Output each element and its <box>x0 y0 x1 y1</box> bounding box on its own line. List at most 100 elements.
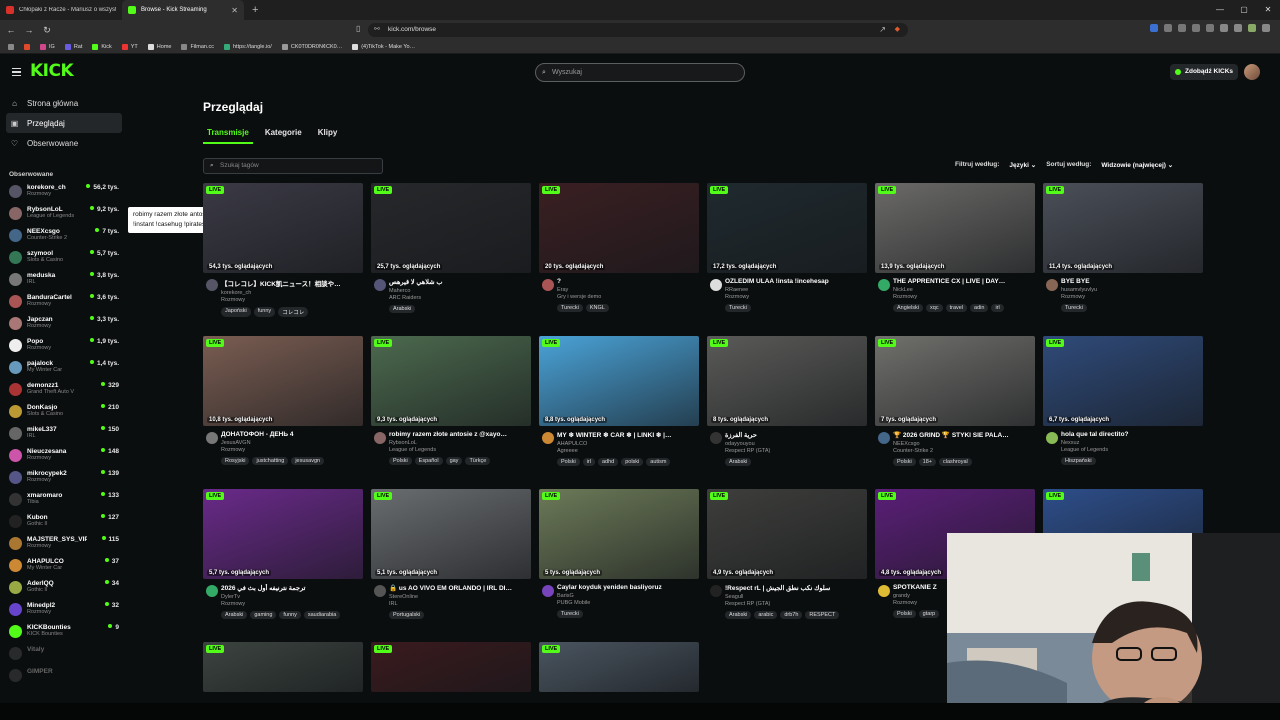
followed-channel-item[interactable]: mikrocypek2 Rozmowy 139 <box>0 467 128 489</box>
streamer-name[interactable]: Eray <box>557 287 699 293</box>
back-icon[interactable]: ← <box>4 25 18 35</box>
kick-logo[interactable]: KICK <box>30 61 74 81</box>
stream-title[interactable]: !Respect rL | سلوك نكب نطق الجيش <box>725 584 865 592</box>
streamer-avatar[interactable] <box>710 279 722 291</box>
followed-channel-item[interactable]: MAJSTER_SYS_VIP… Rozmowy 115 <box>0 533 128 555</box>
streamer-name[interactable]: BarisG <box>557 593 699 599</box>
bookmark-item[interactable] <box>20 43 34 50</box>
bookmark-item[interactable]: https://tangle.io/ <box>220 43 276 50</box>
stream-tag[interactable]: Japoński <box>221 307 251 317</box>
extension-icon[interactable] <box>1192 24 1200 32</box>
stream-title[interactable]: robimy razem złote antosie z @xayo… <box>389 431 529 438</box>
followed-channel-item[interactable]: xmaromaro Tibia 133 <box>0 489 128 511</box>
stream-card[interactable]: LIVE 17,2 tys. oglądających OZLEDIM ULAA… <box>707 183 867 319</box>
shield-icon[interactable]: ◆ <box>895 23 900 37</box>
streamer-avatar[interactable] <box>206 279 218 291</box>
forward-icon[interactable]: → <box>22 25 36 35</box>
stream-category[interactable]: Respect RP (GTA) <box>725 601 867 607</box>
stream-thumbnail[interactable]: LIVE 25,7 tys. oglądających <box>371 183 531 273</box>
stream-category[interactable]: Rozmowy <box>893 294 1035 300</box>
streamer-avatar[interactable] <box>878 279 890 291</box>
stream-card[interactable]: LIVE 6,7 tys. oglądających hola que tal … <box>1043 336 1203 472</box>
stream-card[interactable]: LIVE 54,3 tys. oglądających 【コレコレ】KICK凱ニ… <box>203 183 363 319</box>
stream-thumbnail[interactable]: LIVE 10,8 tys. oglądających <box>203 336 363 426</box>
followed-channel-item[interactable]: meduska IRL 3,8 tys. <box>0 269 128 291</box>
stream-title[interactable]: حرية الفرزة <box>725 431 865 439</box>
stream-tag[interactable]: コレコレ <box>278 307 309 317</box>
stream-title[interactable]: BYE BYE <box>1061 278 1201 285</box>
stream-card[interactable]: LIVE 10,8 tys. oglądających ДОНАТОФОН - … <box>203 336 363 472</box>
stream-tag[interactable]: 18+ <box>918 458 937 466</box>
followed-channel-item[interactable]: DonKasjo Slots & Casino 210 <box>0 401 128 423</box>
stream-tag[interactable]: Hiszpański <box>1061 457 1096 465</box>
streamer-name[interactable]: NickLee <box>893 287 1035 293</box>
download-icon[interactable] <box>1234 24 1242 32</box>
bookmark-icon[interactable]: ▯ <box>356 24 360 33</box>
stream-tag[interactable]: adhd <box>597 458 619 466</box>
stream-tag[interactable]: travel <box>945 304 968 312</box>
tab-livestreams[interactable]: Transmisje <box>203 128 253 144</box>
stream-thumbnail[interactable]: LIVE <box>539 642 699 692</box>
stream-tag[interactable]: Turecki <box>1061 304 1087 312</box>
browser-tab-youtube[interactable]: Chłopaki z Racze - Mariusz o wszyst… <box>0 0 122 20</box>
stream-tag[interactable]: gay <box>445 457 463 465</box>
stream-title[interactable]: THE APPRENTICE CX | LIVE | DAY… <box>893 278 1033 285</box>
stream-title[interactable]: OZLEDIM ULAA !insta !incehesap <box>725 278 865 285</box>
stream-tag[interactable]: Arabski <box>389 305 416 313</box>
stream-card[interactable]: LIVE 8 tys. oglądających حرية الفرزة oda… <box>707 336 867 472</box>
stream-title[interactable]: 🔒 us AO VIVO EM ORLANDO | IRL DI… <box>389 584 529 592</box>
stream-tag[interactable]: Arabski <box>221 611 248 619</box>
stream-tag[interactable]: Turecki <box>557 304 583 312</box>
stream-tag[interactable]: Polski <box>893 610 916 618</box>
stream-tag[interactable]: irl <box>991 304 1004 312</box>
followed-channel-item[interactable]: Japczan Rozmowy 3,3 tys. <box>0 313 128 335</box>
stream-tag[interactable]: Polski <box>893 458 916 466</box>
stream-tag[interactable]: autism <box>646 458 671 466</box>
browser-tab-kick[interactable]: Browse - Kick Streaming ✕ <box>122 0 244 20</box>
stream-tag[interactable]: funny <box>279 611 301 619</box>
stream-category[interactable]: Agreeee <box>557 448 699 454</box>
followed-channel-item[interactable]: Nieuczesana Rozmowy 148 <box>0 445 128 467</box>
streamer-avatar[interactable] <box>878 585 890 597</box>
followed-channel-item[interactable]: Popo Rozmowy 1,9 tys. <box>0 335 128 357</box>
sidebar-item-following[interactable]: ♡ Obserwowane <box>6 133 122 153</box>
bookmark-item[interactable]: Home <box>144 43 176 50</box>
reload-icon[interactable]: ↻ <box>40 25 54 36</box>
streamer-name[interactable]: korekore_ch <box>221 290 363 296</box>
stream-card[interactable]: LIVE <box>539 642 699 692</box>
bookmark-item[interactable]: YT <box>118 43 142 50</box>
streamer-name[interactable]: DylerTv <box>221 594 363 600</box>
stream-tag[interactable]: gaming <box>250 611 277 619</box>
get-kicks-button[interactable]: Zdobądź KICKs <box>1170 64 1239 80</box>
stream-title[interactable]: ДОНАТОФОН - ДЕНЬ 4 <box>221 431 361 438</box>
stream-card[interactable]: LIVE 5,1 tys. oglądających 🔒 us AO VIVO … <box>371 489 531 625</box>
stream-card[interactable]: LIVE 5 tys. oglądających Caylar koyduk y… <box>539 489 699 625</box>
apps-icon[interactable] <box>4 43 18 50</box>
followed-channel-item[interactable]: mikeL337 IRL 150 <box>0 423 128 445</box>
streamer-name[interactable]: RRaenee <box>725 287 867 293</box>
user-avatar[interactable] <box>1244 64 1260 80</box>
stream-thumbnail[interactable]: LIVE 54,3 tys. oglądających <box>203 183 363 273</box>
minimize-icon[interactable]: — <box>1208 0 1232 20</box>
stream-card[interactable]: LIVE 7 tys. oglądających 🏆 2026 GRIND 🏆 … <box>875 336 1035 472</box>
streamer-avatar[interactable] <box>206 585 218 597</box>
streamer-avatar[interactable] <box>542 585 554 597</box>
stream-category[interactable]: Rozmowy <box>221 297 363 303</box>
bookmark-item[interactable]: Filman.cc <box>177 43 218 50</box>
stream-category[interactable]: Rozmowy <box>1061 294 1203 300</box>
streamer-avatar[interactable] <box>374 279 386 291</box>
stream-card[interactable]: LIVE 9,3 tys. oglądających robimy razem … <box>371 336 531 472</box>
streamer-name[interactable]: Nexxuz <box>1061 440 1203 446</box>
stream-thumbnail[interactable]: LIVE <box>371 642 531 692</box>
bookmark-item[interactable]: (4)TikTok - Make Yo… <box>348 43 419 50</box>
stream-thumbnail[interactable]: LIVE <box>203 642 363 692</box>
stream-category[interactable]: Gry i wersje demo <box>557 294 699 300</box>
stream-tag[interactable]: gtarp <box>918 610 940 618</box>
extension-icon[interactable] <box>1178 24 1186 32</box>
streamer-name[interactable]: RybsonLoL <box>389 440 531 446</box>
streamer-avatar[interactable] <box>1046 432 1058 444</box>
streamer-avatar[interactable] <box>374 585 386 597</box>
tag-search-input[interactable]: ⌕ Szukaj tagów <box>203 158 383 174</box>
stream-title[interactable]: hola que tal directito? <box>1061 431 1201 438</box>
stream-thumbnail[interactable]: LIVE 5 tys. oglądających <box>539 489 699 579</box>
